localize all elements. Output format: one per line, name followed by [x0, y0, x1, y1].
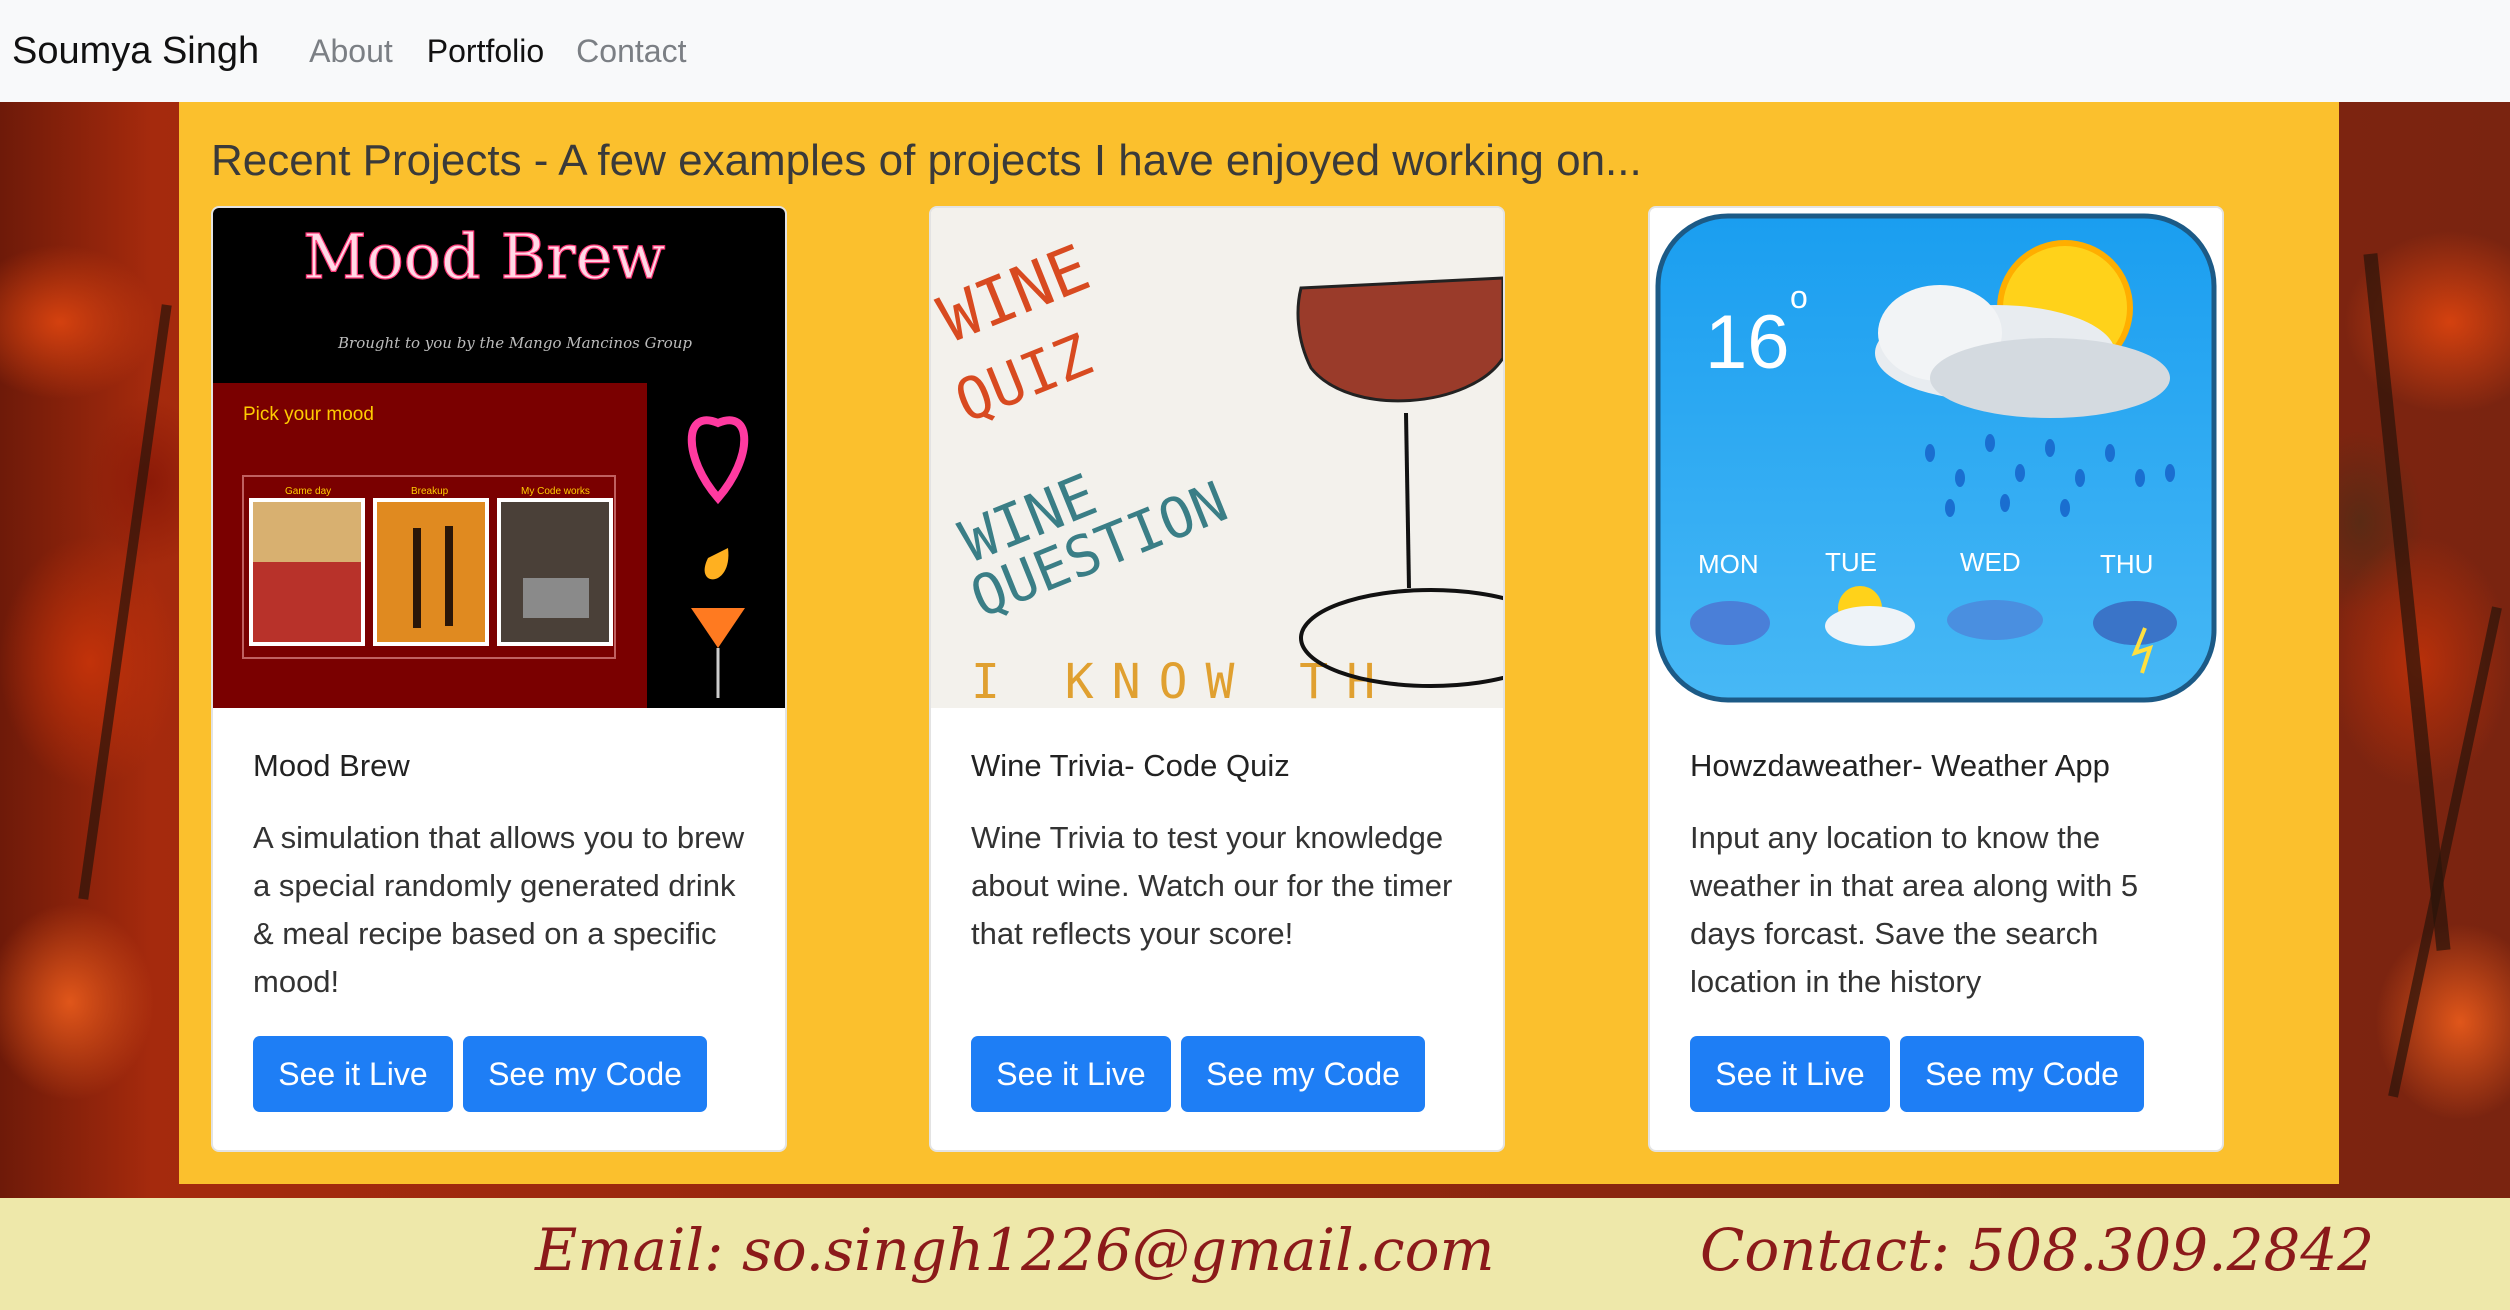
wine-trivia-thumbnail: WINE QUIZ WINE QUESTION I KNOW TH	[931, 208, 1503, 710]
see-my-code-button[interactable]: See my Code	[1181, 1036, 1425, 1112]
mood-label-breakup: Breakup	[411, 486, 449, 497]
project-card-mood-brew: Mood Brew Brought to you by the Mango Ma…	[211, 206, 787, 1152]
mood-brew-logo-text: Mood Brew	[303, 220, 666, 293]
i-know-text: I KNOW TH	[971, 654, 1393, 708]
nav-link-portfolio[interactable]: Portfolio	[427, 33, 544, 70]
brand-link[interactable]: Soumya Singh	[12, 30, 259, 73]
footer: Email: so.singh1226@gmail.com Contact: 5…	[0, 1198, 2510, 1310]
see-it-live-button[interactable]: See it Live	[971, 1036, 1171, 1112]
projects-panel: Recent Projects - A few examples of proj…	[179, 102, 2339, 1184]
card-description: Input any location to know the weather i…	[1690, 820, 2139, 999]
card-description: A simulation that allows you to brew a s…	[253, 820, 745, 999]
weather-app-thumbnail: 16 o MON TUE WED THU	[1650, 208, 2222, 708]
footer-email[interactable]: Email: so.singh1226@gmail.com	[535, 1216, 1495, 1284]
card-title: Howzdaweather- Weather App	[1690, 748, 2110, 783]
card-description: Wine Trivia to test your knowledge about…	[971, 820, 1453, 951]
see-my-code-button[interactable]: See my Code	[1900, 1036, 2144, 1112]
weather-day-thu: THU	[2100, 549, 2153, 579]
mood-brew-thumbnail: Mood Brew Brought to you by the Mango Ma…	[213, 208, 785, 708]
section-heading: Recent Projects - A few examples of proj…	[211, 136, 1642, 185]
mood-label-game-day: Game day	[285, 486, 331, 497]
card-title: Wine Trivia- Code Quiz	[971, 748, 1290, 783]
project-card-wine-trivia: WINE QUIZ WINE QUESTION I KNOW TH Wine T…	[929, 206, 1505, 1152]
mood-label-code-works: My Code works	[521, 486, 590, 497]
weather-day-tue: TUE	[1825, 547, 1877, 577]
see-it-live-button[interactable]: See it Live	[253, 1036, 453, 1112]
card-title: Mood Brew	[253, 748, 410, 783]
weather-degree: o	[1790, 279, 1808, 315]
navbar: Soumya Singh About Portfolio Contact	[0, 0, 2510, 102]
weather-day-mon: MON	[1698, 549, 1759, 579]
weather-temp: 16	[1705, 300, 1790, 385]
mood-brew-prompt: Pick your mood	[243, 404, 374, 425]
footer-contact: Contact: 508.309.2842	[1700, 1216, 2375, 1284]
see-my-code-button[interactable]: See my Code	[463, 1036, 707, 1112]
nav-link-about[interactable]: About	[309, 33, 393, 70]
project-card-weather: 16 o MON TUE WED THU Howzdaweather- Weat…	[1648, 206, 2224, 1152]
weather-day-wed: WED	[1960, 547, 2021, 577]
nav-link-contact[interactable]: Contact	[576, 33, 686, 70]
mood-brew-subtitle: Brought to you by the Mango Mancinos Gro…	[337, 334, 692, 352]
see-it-live-button[interactable]: See it Live	[1690, 1036, 1890, 1112]
